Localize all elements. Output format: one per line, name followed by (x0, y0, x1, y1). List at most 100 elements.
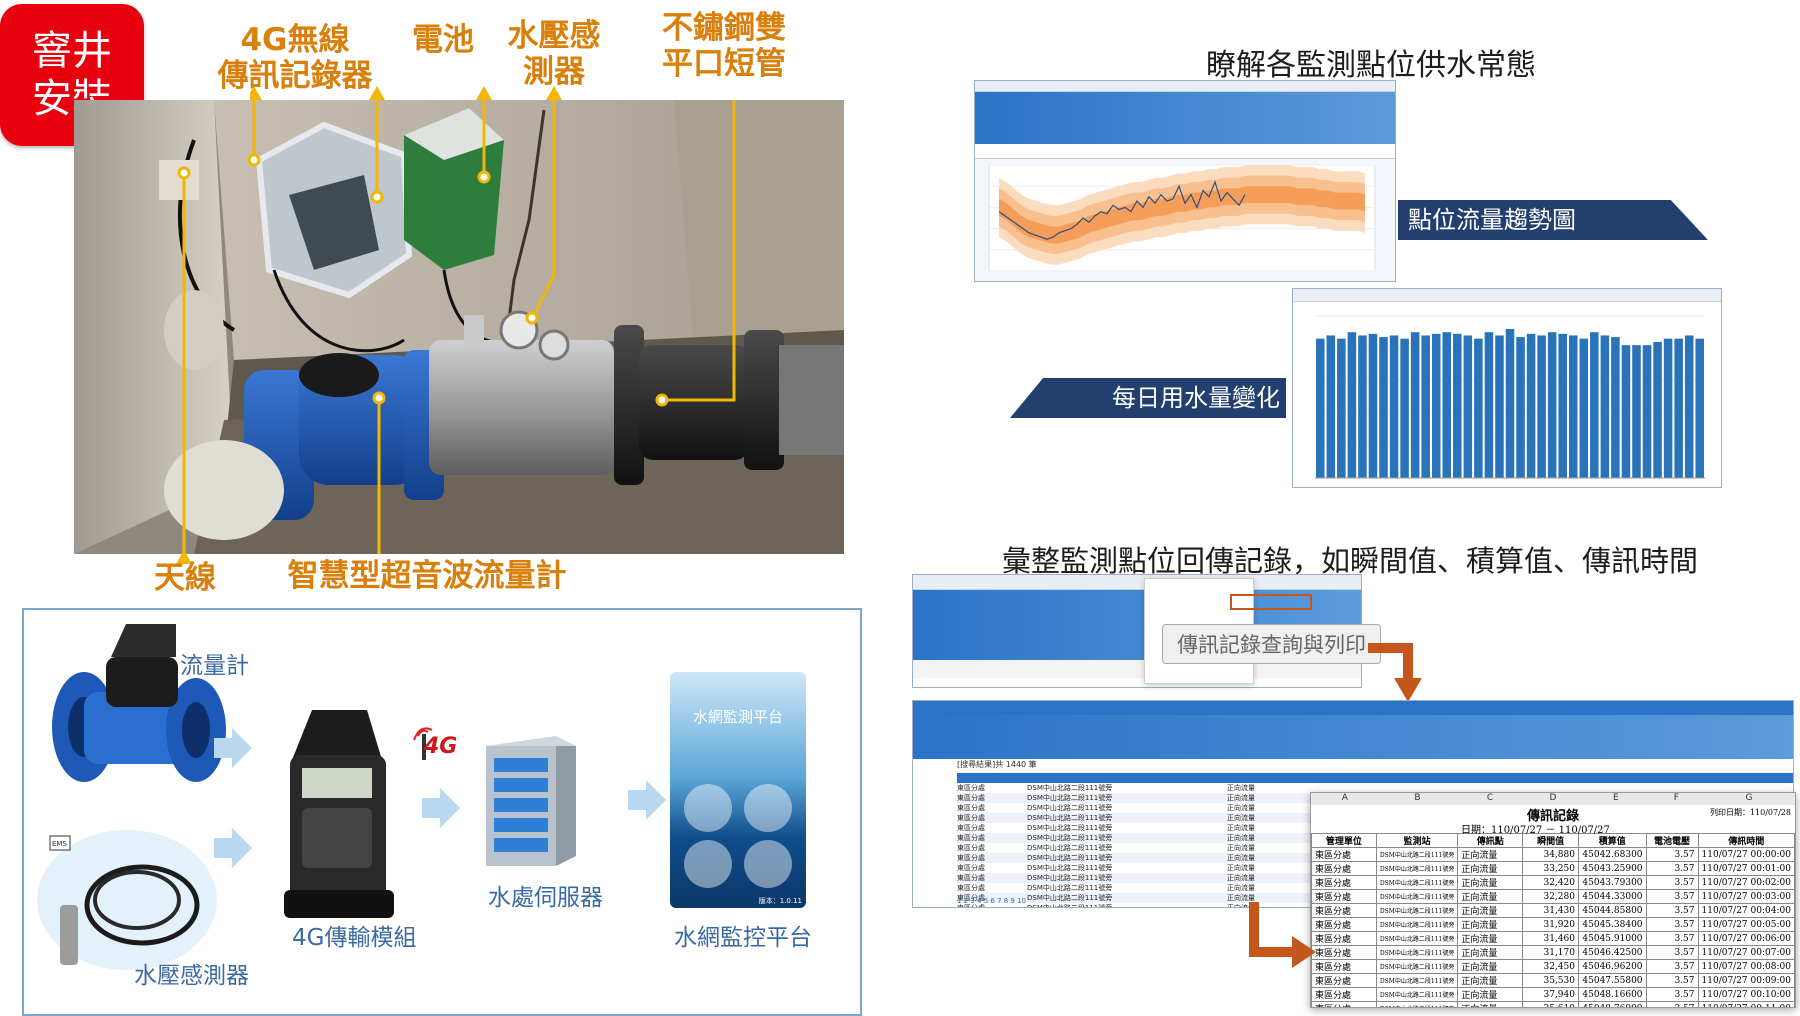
list-cell: 東區分處 (957, 794, 985, 802)
list-cell: DSM中山北路二段111號旁 (1027, 784, 1113, 792)
record-cell: 東區分處 (1311, 847, 1377, 862)
daily-bar (1663, 338, 1673, 478)
daily-bar (1495, 335, 1504, 478)
list-filter-area (913, 715, 1793, 759)
list-item[interactable]: 東區分處 DSM中山北路二段111號旁 正向流量 (957, 793, 1327, 803)
list-item[interactable]: 東區分處 DSM中山北路二段111號旁 正向流量 (957, 873, 1327, 883)
svg-text:EMS: EMS (52, 840, 67, 848)
list-cell: DSM中山北路二段111號旁 (1027, 884, 1113, 892)
daily-bar (1632, 345, 1641, 478)
label-pressure-sensor: 水壓感 測器 (504, 18, 604, 90)
table-row: 東區分處 DSM中山北路二段111號旁 正向流量 31,430 45044.85800 3… (1311, 903, 1795, 918)
elbow-arrow-icon (1368, 643, 1422, 702)
list-cell: DSM中山北路二段111號旁 (1027, 844, 1113, 852)
daily-bar (1568, 335, 1578, 478)
record-cell: 110/07/27 00:04:00 (1697, 903, 1795, 918)
record-cell: 45043.25900 (1577, 861, 1647, 876)
record-cell: 110/07/27 00:01:00 (1697, 861, 1795, 876)
daily-bar (1505, 328, 1515, 478)
daily-bar (1358, 335, 1367, 478)
list-cell: 東區分處 (957, 804, 985, 812)
record-cell: 3.57 (1645, 959, 1699, 974)
record-header-cell: 管理單位 (1311, 833, 1377, 848)
record-cell: 110/07/27 00:11:00 (1697, 1001, 1795, 1007)
record-cell: 45044.33000 (1577, 889, 1647, 904)
daily-bar (1684, 335, 1694, 478)
table-row: 東區分處 DSM中山北路二段111號旁 正向流量 32,450 45046.96200 3… (1311, 959, 1795, 974)
list-cell: DSM中山北路二段111號旁 (1027, 874, 1113, 882)
list-cell: DSM中山北路二段111號旁 (1027, 894, 1113, 902)
caption-server: 水處伺服器 (488, 885, 603, 911)
trend-info-header (975, 92, 1395, 144)
record-cell: 東區分處 (1311, 861, 1377, 876)
daily-bar (1484, 332, 1494, 478)
label-battery: 電池 (412, 22, 474, 58)
heading-supply-pattern: 瞭解各監測點位供水常態 (1206, 48, 1536, 83)
daily-bar (1337, 338, 1346, 478)
list-cell: DSM中山北路二段111號旁 (1027, 824, 1113, 832)
list-item[interactable]: 東區分處 DSM中山北路二段111號旁 正向流量 (957, 783, 1327, 793)
record-cell: 31,430 (1522, 903, 1579, 918)
list-cell: 東區分處 (957, 844, 985, 852)
record-cell: DSM中山北路二段111號旁 (1375, 889, 1459, 904)
trend-chart-screenshot (974, 80, 1396, 282)
record-cell: 3.57 (1645, 875, 1699, 890)
label-antenna: 天線 (154, 560, 216, 596)
app-menu-button-2[interactable] (744, 784, 792, 832)
platform-app-screen: 水網監測平台 版本：1.0.11 (670, 672, 806, 908)
record-cell: 110/07/27 00:03:00 (1697, 889, 1795, 904)
record-cell: 東區分處 (1311, 917, 1377, 932)
record-header-cell: 電池電壓 (1645, 833, 1699, 848)
sheet-column-letter: E (1613, 793, 1619, 803)
record-cell: 正向流量 (1457, 1001, 1524, 1007)
daily-bar (1695, 338, 1704, 478)
label-pressure-line1: 水壓感 (507, 18, 601, 54)
list-item[interactable]: 東區分處 DSM中山北路二段111號旁 正向流量 (957, 803, 1327, 813)
arrow-right-icon (214, 728, 252, 768)
list-item[interactable]: 東區分處 DSM中山北路二段111號旁 正向流量 (957, 843, 1327, 853)
app-alert-button[interactable] (684, 840, 732, 888)
daily-bar (1463, 335, 1473, 478)
table-row: 東區分處 DSM中山北路二段111號旁 正向流量 32,280 45044.33000 3… (1311, 889, 1795, 904)
list-pager[interactable]: 1 2 3 4 5 6 7 8 9 10 (957, 897, 1026, 905)
app-monitor-button[interactable] (744, 840, 792, 888)
record-cell: 東區分處 (1311, 931, 1377, 946)
table-row: 東區分處 DSM中山北路二段111號旁 正向流量 33,250 45043.25900 3… (1311, 861, 1795, 876)
record-cell: 3.57 (1645, 1001, 1699, 1007)
list-cell: 東區分處 (957, 884, 985, 892)
report-date-row: 日期：110/07/27 － 110/07/27 列印日期：110/07/28 (1311, 808, 1795, 836)
caption-4g-module: 4G傳輸模組 (292, 925, 417, 951)
record-cell: 東區分處 (1311, 959, 1377, 974)
table-row: 東區分處 DSM中山北路二段111號旁 正向流量 35,530 45047.55800 3… (1311, 973, 1795, 988)
daily-bar (1621, 345, 1631, 478)
table-row: 東區分處 DSM中山北路二段111號旁 正向流量 31,170 45046.42500 3… (1311, 945, 1795, 960)
list-item[interactable]: 東區分處 DSM中山北路二段111號旁 正向流量 (957, 853, 1327, 863)
list-item[interactable]: 東區分處 DSM中山北路二段111號旁 正向流量 (957, 823, 1327, 833)
app-title: 水網監測平台 (692, 708, 783, 726)
daily-bar (1347, 332, 1357, 478)
pressure-sensor-icon: EMS (37, 830, 217, 970)
list-title-bar (913, 701, 1793, 715)
list-item[interactable]: 東區分處 DSM中山北路二段111號旁 正向流量 (957, 813, 1327, 823)
record-cell: 正向流量 (1457, 931, 1524, 946)
list-cell: DSM中山北路二段111號旁 (1027, 804, 1113, 812)
list-cell: 東區分處 (957, 784, 985, 792)
daily-bar (1474, 338, 1483, 478)
list-cell: DSM中山北路二段111號旁 (1027, 854, 1113, 862)
record-cell: 正向流量 (1457, 903, 1524, 918)
query-print-tab[interactable]: 傳訊記錄查詢與列印 (1162, 624, 1381, 664)
list-cell: DSM中山北路二段111號旁 (1027, 814, 1113, 822)
list-item[interactable]: 東區分處 DSM中山北路二段111號旁 正向流量 (957, 883, 1327, 893)
sheet-column-letter: A (1341, 793, 1348, 803)
record-cell: 33,250 (1522, 861, 1579, 876)
list-item[interactable]: 東區分處 DSM中山北路二段111號旁 正向流量 (957, 863, 1327, 873)
record-cell: DSM中山北路二段111號旁 (1375, 987, 1459, 1002)
badge-line-1: 窨井 (32, 28, 112, 74)
record-cell: 110/07/27 00:06:00 (1697, 931, 1795, 946)
daily-bar (1590, 332, 1599, 478)
list-item[interactable]: 東區分處 DSM中山北路二段111號旁 正向流量 (957, 833, 1327, 843)
record-cell: 31,460 (1522, 931, 1579, 946)
ribbon-flow-trend: 點位流量趨勢圖 (1398, 200, 1708, 240)
record-cell: DSM中山北路二段111號旁 (1375, 959, 1459, 974)
app-menu-button-1[interactable] (684, 784, 732, 832)
